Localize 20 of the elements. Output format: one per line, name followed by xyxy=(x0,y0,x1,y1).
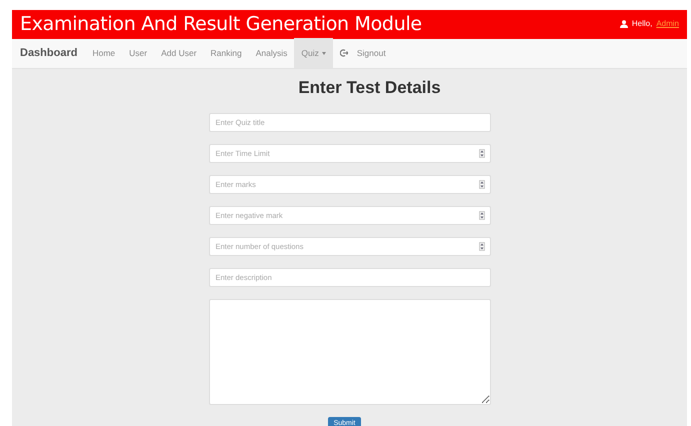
nav-link[interactable]: Home xyxy=(85,38,122,68)
user-icon xyxy=(620,20,628,28)
nav-link[interactable]: Ranking xyxy=(204,38,249,68)
greeting-text: Hello, xyxy=(632,18,652,30)
text-area[interactable] xyxy=(208,299,490,405)
nav-dropdown[interactable]: Quiz xyxy=(294,38,333,68)
spinner-icon xyxy=(478,180,484,189)
nav-link[interactable]: Analysis xyxy=(248,38,294,68)
caret-icon xyxy=(322,52,326,54)
nav-link[interactable]: Add User xyxy=(154,38,204,68)
signout-icon xyxy=(340,49,348,57)
app-title: Examination And Result Generation Module xyxy=(20,12,422,37)
signout-link[interactable]: Signout xyxy=(332,38,393,68)
username-link[interactable]: Admin xyxy=(656,18,679,30)
spinner-icon xyxy=(478,149,484,158)
form-title: Enter Test Details xyxy=(297,76,442,98)
spinner-icon xyxy=(478,211,484,220)
spinner-icon xyxy=(478,242,484,251)
nav-link[interactable]: User xyxy=(122,38,154,68)
brand-link[interactable]: Dashboard xyxy=(20,44,78,62)
